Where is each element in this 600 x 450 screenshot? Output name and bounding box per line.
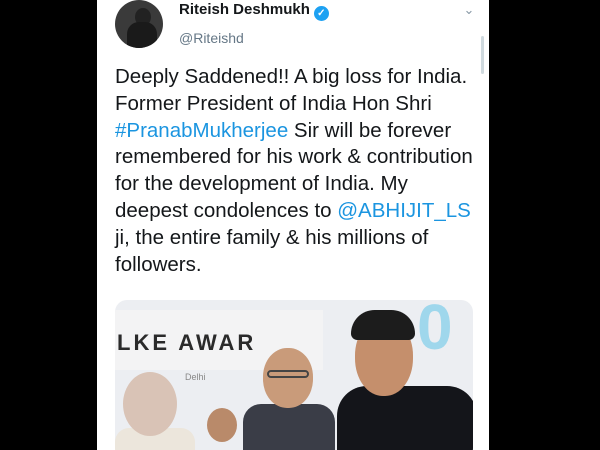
person-right-hair [351,310,415,340]
person-middle-body [243,404,335,450]
author-name-text[interactable]: Riteish Deshmukh [179,1,310,18]
award-sign-text: LKE AWAR [117,330,257,355]
mention-link[interactable]: @ABHIJIT_LS [337,199,471,222]
tweet-text-part: Deeply Saddened!! A big loss for India. … [115,65,468,115]
author-name[interactable]: Riteish Deshmukh ✓ [179,1,329,21]
person-middle-head [263,348,313,408]
tweet-text: Deeply Saddened!! A big loss for India. … [115,64,475,278]
author-handle[interactable]: @Riteishd [179,30,244,46]
person-right-body [337,386,473,450]
scrollbar[interactable] [481,36,484,74]
chevron-down-icon[interactable]: ⌄ [459,2,479,17]
hashtag-link[interactable]: #PranabMukherjee [115,119,288,142]
verified-badge-icon: ✓ [313,6,329,21]
tweet-card: Riteish Deshmukh ✓ @Riteishd ⌄ Deeply Sad… [97,0,489,450]
award-sub-text: Delhi [185,372,206,382]
avatar[interactable] [115,0,163,48]
glasses-icon [267,370,309,378]
tweet-media-image[interactable]: LKE AWAR Delhi 0 [115,300,473,450]
person-back-head [207,408,237,442]
tweet-text-part: ji, the entire family & his millions of … [115,225,429,276]
avatar-shoulders [127,22,157,48]
person-left-head [123,372,177,436]
backdrop-number: 0 [417,300,453,363]
